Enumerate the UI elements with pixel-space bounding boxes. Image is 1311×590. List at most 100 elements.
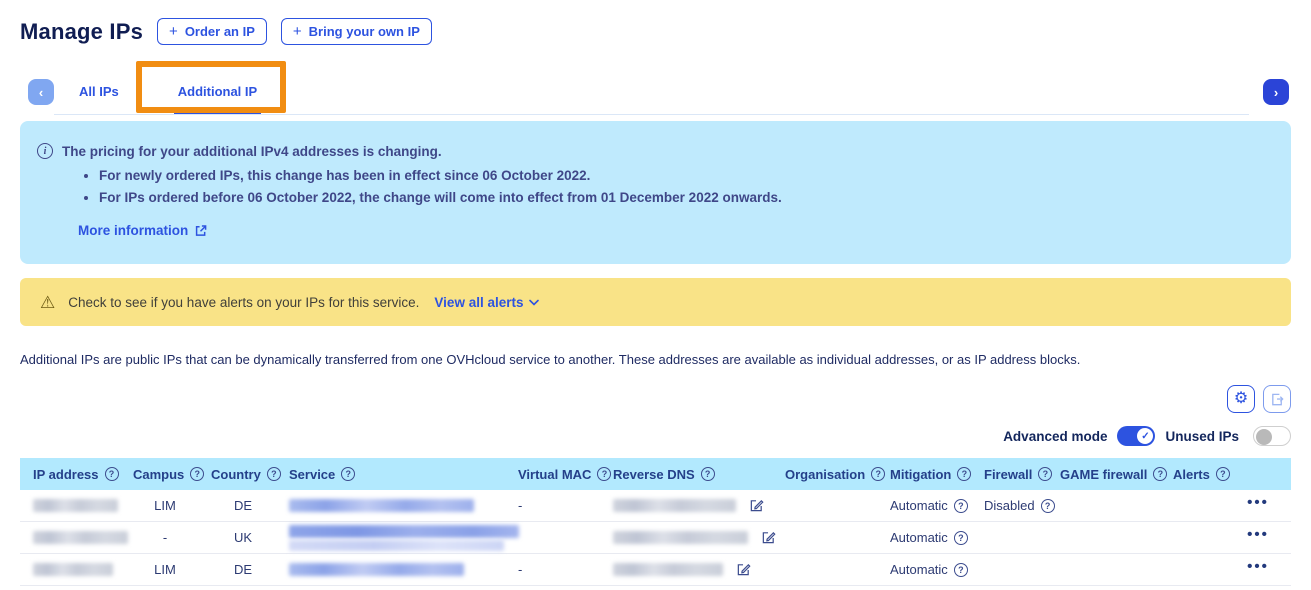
column-label: Virtual MAC [518,467,591,482]
help-icon[interactable]: ? [954,531,968,545]
additional-ip-table: IP address? Campus? Country? Service? Vi… [20,458,1291,586]
help-icon[interactable]: ? [105,467,119,481]
redacted-service-sub [289,540,504,551]
unused-ips-label: Unused IPs [1165,429,1239,444]
column-label: Reverse DNS [613,467,695,482]
column-label: Alerts [1173,467,1210,482]
toggle-knob [1256,429,1272,445]
help-icon[interactable]: ? [954,499,968,513]
column-header-reverse-dns: Reverse DNS? [613,467,785,482]
info-icon: i [37,143,53,159]
order-an-ip-button[interactable]: + Order an IP [157,18,267,45]
mitigation-value: Automatic [890,498,948,513]
help-icon[interactable]: ? [1216,467,1230,481]
row-actions-button[interactable]: ••• [1240,495,1276,516]
bring-your-own-ip-label: Bring your own IP [309,24,420,39]
info-bullet: For IPs ordered before 06 October 2022, … [99,190,1271,205]
export-button[interactable] [1263,385,1291,413]
tabs: All IPs Additional IP [54,69,1249,115]
column-label: Service [289,467,335,482]
row-actions-button[interactable]: ••• [1240,527,1276,548]
row-actions-button[interactable]: ••• [1240,559,1276,580]
help-icon[interactable]: ? [267,467,281,481]
help-icon[interactable]: ? [954,563,968,577]
gear-icon: ⚙ [1234,391,1248,407]
help-icon[interactable]: ? [957,467,971,481]
help-icon[interactable]: ? [1041,499,1055,513]
column-label: Firewall [984,467,1032,482]
column-label: GAME firewall [1060,467,1147,482]
unused-ips-toggle[interactable] [1253,426,1291,446]
info-banner-title: The pricing for your additional IPv4 add… [62,144,442,159]
firewall-cell: Disabled? [984,498,1060,513]
bring-your-own-ip-button[interactable]: + Bring your own IP [281,18,432,45]
redacted-ip-address [33,531,128,544]
redacted-service [289,499,474,512]
edit-reverse-dns-icon[interactable] [736,562,751,577]
column-label: IP address [33,467,99,482]
country-cell: UK [211,530,289,545]
virtual-mac-cell: - [518,498,613,513]
ip-address-cell [33,499,133,512]
plus-icon: + [293,24,302,39]
help-icon[interactable]: ? [701,467,715,481]
advanced-mode-toggle[interactable]: ✓ [1117,426,1155,446]
redacted-reverse-dns [613,531,748,544]
help-icon[interactable]: ? [1153,467,1167,481]
table-row: LIM DE - Automatic? Disabled? ••• [20,490,1291,522]
export-icon [1270,392,1285,407]
mitigation-cell: Automatic? [890,562,984,577]
tab-additional-ip[interactable]: Additional IP [176,84,259,99]
campus-cell: - [133,530,211,545]
campus-cell: LIM [133,562,211,577]
table-header-row: IP address? Campus? Country? Service? Vi… [20,458,1291,490]
column-header-country: Country? [211,467,289,482]
column-header-virtual-mac: Virtual MAC? [518,467,613,482]
tab-all-ips[interactable]: All IPs [77,84,121,99]
view-toggles: Advanced mode ✓ Unused IPs [20,426,1291,446]
mitigation-value: Automatic [890,530,948,545]
campus-cell: LIM [133,498,211,513]
redacted-service [289,563,464,576]
help-icon[interactable]: ? [341,467,355,481]
column-header-ip-address: IP address? [33,467,133,482]
alerts-warning-banner: ⚠ Check to see if you have alerts on you… [20,278,1291,326]
redacted-reverse-dns [613,499,736,512]
page-header: Manage IPs + Order an IP + Bring your ow… [20,18,1291,45]
table-row: - UK Automatic? ••• [20,522,1291,554]
edit-reverse-dns-icon[interactable] [761,530,776,545]
table-settings-button[interactable]: ⚙ [1227,385,1255,413]
check-icon: ✓ [1137,428,1153,444]
view-all-alerts-link[interactable]: View all alerts [434,295,539,310]
mitigation-value: Automatic [890,562,948,577]
redacted-service [289,525,519,538]
service-cell [289,525,518,551]
country-cell: DE [211,498,289,513]
page-title: Manage IPs [20,19,143,45]
external-link-icon [194,224,207,237]
pricing-info-banner: i The pricing for your additional IPv4 a… [20,121,1291,264]
column-header-campus: Campus? [133,467,211,482]
advanced-mode-label: Advanced mode [1003,429,1107,444]
edit-reverse-dns-icon[interactable] [749,498,764,513]
virtual-mac-cell: - [518,562,613,577]
order-an-ip-label: Order an IP [185,24,255,39]
help-icon[interactable]: ? [871,467,885,481]
plus-icon: + [169,24,178,39]
tabs-scroll-left-button[interactable]: ‹ [28,79,54,105]
help-icon[interactable]: ? [597,467,611,481]
column-header-service: Service? [289,467,518,482]
help-icon[interactable]: ? [190,467,204,481]
tabs-bar: ‹ All IPs Additional IP › [20,69,1291,115]
tabs-scroll-right-button[interactable]: › [1263,79,1289,105]
reverse-dns-cell [613,498,785,513]
column-label: Mitigation [890,467,951,482]
help-icon[interactable]: ? [1038,467,1052,481]
ip-address-cell [33,531,133,544]
more-information-label: More information [78,223,188,238]
table-row: LIM DE - Automatic? ••• [20,554,1291,586]
more-information-link[interactable]: More information [78,223,207,238]
table-actions: ⚙ [20,385,1291,413]
redacted-ip-address [33,499,118,512]
info-banner-title-row: i The pricing for your additional IPv4 a… [37,143,1271,159]
